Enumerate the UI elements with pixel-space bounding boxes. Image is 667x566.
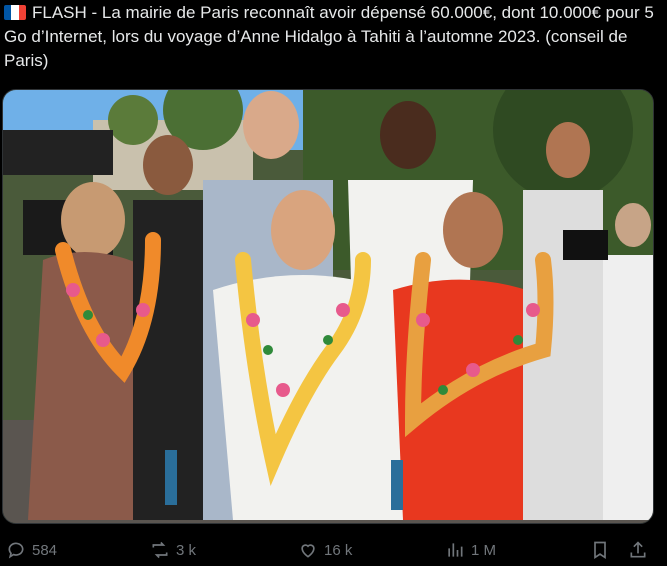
repost-button[interactable]: 3 k xyxy=(150,535,196,565)
views-icon xyxy=(448,543,463,557)
like-button[interactable]: 16 k xyxy=(298,535,352,565)
share-icon xyxy=(630,541,646,558)
views-button[interactable]: 1 M xyxy=(445,535,496,565)
reply-button[interactable]: 584 xyxy=(6,535,57,565)
tweet-photo[interactable] xyxy=(2,89,654,524)
repost-count: 3 k xyxy=(176,541,197,559)
tweet-text-block: FLASH - La mairie de Paris reconnaît avo… xyxy=(4,1,654,73)
bookmark-icon xyxy=(594,541,606,560)
bookmark-button[interactable] xyxy=(590,535,616,565)
heart-icon xyxy=(301,544,315,558)
tweet-text: FLASH - La mairie de Paris reconnaît avo… xyxy=(4,3,654,70)
views-count: 1 M xyxy=(471,541,497,559)
like-count: 16 k xyxy=(324,541,353,559)
france-flag-icon xyxy=(4,5,26,20)
photo-illustration xyxy=(3,90,653,523)
repost-icon xyxy=(152,541,168,559)
tweet-actions-bar: 584 3 k 16 k 1 M xyxy=(0,535,667,565)
reply-count: 584 xyxy=(32,541,58,559)
share-button[interactable] xyxy=(628,535,654,565)
reply-icon xyxy=(8,542,24,559)
